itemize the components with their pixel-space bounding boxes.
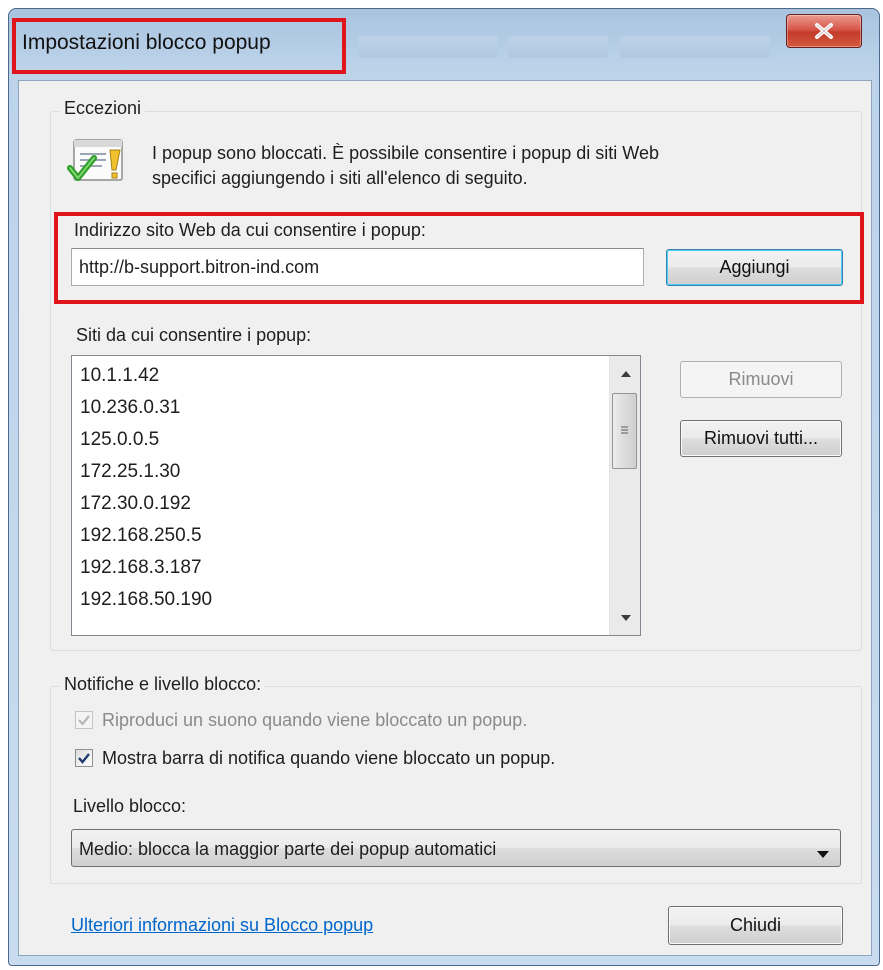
block-level-select[interactable]: Medio: blocca la maggior parte dei popup…	[71, 829, 841, 867]
play-sound-label: Riproduci un suono quando viene bloccato…	[102, 710, 528, 730]
exceptions-group-label: Eccezioni	[60, 98, 146, 119]
remove-button[interactable]: Rimuovi	[680, 361, 842, 398]
list-item[interactable]: 192.168.3.187	[80, 557, 202, 579]
list-item[interactable]: 10.236.0.31	[80, 397, 180, 419]
scroll-down-button[interactable]	[610, 606, 641, 630]
checkmark-icon	[78, 715, 90, 726]
address-input-value: http://b-support.bitron-ind.com	[79, 257, 320, 277]
arrow-up-icon	[620, 371, 631, 377]
play-sound-checkbox[interactable]	[75, 711, 93, 729]
address-input[interactable]: http://b-support.bitron-ind.com	[71, 248, 644, 286]
list-item[interactable]: 172.25.1.30	[80, 461, 180, 483]
address-label: Indirizzo sito Web da cui consentire i p…	[74, 220, 426, 240]
list-item[interactable]: 192.168.50.190	[80, 589, 212, 611]
dropdown-arrow-icon	[817, 845, 829, 863]
close-window-button[interactable]	[786, 14, 862, 48]
popup-blocked-icon	[66, 136, 132, 188]
help-link[interactable]: Ulteriori informazioni su Blocco popup	[71, 915, 373, 936]
list-item[interactable]: 172.30.0.192	[80, 493, 191, 515]
background-tab-ghost	[358, 36, 498, 58]
close-icon	[815, 23, 833, 39]
background-tab-ghost	[508, 36, 608, 58]
list-item[interactable]: 192.168.250.5	[80, 525, 202, 547]
scrollbar-thumb[interactable]	[612, 393, 637, 469]
background-tab-ghost	[620, 36, 770, 58]
allowed-sites-label: Siti da cui consentire i popup:	[76, 325, 312, 345]
grip-icon	[621, 426, 628, 434]
show-notification-bar-checkbox[interactable]	[75, 749, 93, 767]
add-button[interactable]: Aggiungi	[666, 249, 843, 286]
list-item[interactable]: 10.1.1.42	[80, 365, 159, 387]
list-item[interactable]: 125.0.0.5	[80, 429, 159, 451]
block-level-selected: Medio: blocca la maggior parte dei popup…	[79, 839, 497, 859]
title-highlight-box	[12, 18, 346, 74]
checkmark-icon	[78, 753, 90, 764]
allowed-sites-list[interactable]: 10.1.1.42 10.236.0.31 125.0.0.5 172.25.1…	[71, 355, 641, 636]
arrow-down-icon	[620, 615, 631, 621]
show-notification-bar-label: Mostra barra di notifica quando viene bl…	[102, 748, 556, 768]
close-button[interactable]: Chiudi	[668, 906, 843, 945]
scroll-up-button[interactable]	[610, 362, 641, 386]
info-text-line1: I popup sono bloccati. È possibile conse…	[152, 143, 659, 163]
info-text-line2: specifici aggiungendo i siti all'elenco …	[152, 168, 528, 188]
block-level-label: Livello blocco:	[73, 796, 187, 816]
remove-all-button[interactable]: Rimuovi tutti...	[680, 420, 842, 457]
notifications-group-label: Notifiche e livello blocco:	[60, 674, 266, 695]
